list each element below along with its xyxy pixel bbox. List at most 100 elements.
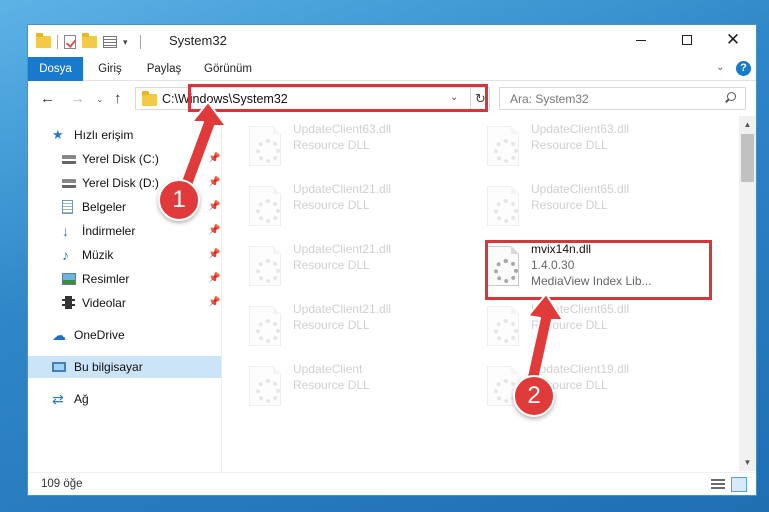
navigation-pane: ★ Hızlı erişim Yerel Disk (C:) 📌 Yerel D… bbox=[28, 116, 222, 471]
nav-item-quick-access[interactable]: ★ Hızlı erişim bbox=[28, 124, 221, 146]
computer-icon bbox=[52, 362, 66, 372]
recent-locations-button[interactable]: ⌄ bbox=[96, 94, 104, 105]
forward-button[interactable]: → bbox=[70, 90, 85, 107]
tiles-view-icon[interactable] bbox=[731, 477, 747, 492]
minimize-button[interactable] bbox=[618, 25, 664, 55]
pin-icon[interactable]: 📌 bbox=[208, 220, 220, 242]
nav-label: OneDrive bbox=[74, 328, 125, 342]
list-properties-icon[interactable] bbox=[103, 36, 117, 48]
nav-label: Videolar bbox=[82, 296, 126, 310]
file-name: UpdateClient63.dll bbox=[293, 122, 392, 136]
dll-file-icon bbox=[487, 306, 519, 346]
back-button[interactable]: ← bbox=[40, 90, 55, 107]
window-title: System32 bbox=[169, 33, 227, 48]
file-name: UpdateClient21.dll bbox=[293, 182, 392, 196]
file-name: UpdateClient63.dll bbox=[531, 122, 630, 136]
pin-icon[interactable]: 📌 bbox=[208, 172, 220, 194]
dll-file-icon bbox=[249, 306, 281, 346]
tab-file[interactable]: Dosya bbox=[28, 57, 83, 81]
pin-icon[interactable]: 📌 bbox=[208, 196, 220, 218]
star-icon: ★ bbox=[52, 127, 64, 142]
nav-label: Ağ bbox=[74, 392, 89, 406]
ribbon-tabs: Dosya Giriş Paylaş Görünüm ⌄ ? bbox=[28, 57, 756, 81]
file-type: Resource DLL bbox=[293, 138, 370, 152]
file-item[interactable]: UpdateClient63.dll Resource DLL bbox=[243, 120, 471, 178]
file-item[interactable]: UpdateClient21.dll Resource DLL bbox=[243, 300, 471, 358]
title-bar: ▾ System32 ✕ bbox=[28, 25, 756, 57]
file-name: UpdateClient19.dll bbox=[531, 362, 630, 376]
file-type: Resource DLL bbox=[293, 378, 370, 392]
file-highlight-box bbox=[485, 240, 712, 300]
tab-view[interactable]: Görünüm bbox=[198, 57, 258, 81]
quick-access-toolbar: ▾ bbox=[36, 33, 141, 51]
nav-label: Hızlı erişim bbox=[74, 128, 134, 142]
nav-label: Yerel Disk (C:) bbox=[82, 152, 159, 166]
pin-icon[interactable]: 📌 bbox=[208, 148, 220, 170]
status-bar: 109 öğe bbox=[28, 472, 756, 495]
dll-file-icon bbox=[249, 366, 281, 406]
expand-ribbon-icon[interactable]: ⌄ bbox=[716, 62, 724, 73]
new-folder-icon[interactable] bbox=[82, 33, 97, 48]
help-icon[interactable]: ? bbox=[736, 61, 751, 76]
videos-icon bbox=[62, 296, 75, 309]
cloud-icon: ☁ bbox=[52, 327, 66, 343]
step-1-badge: 1 bbox=[158, 179, 200, 221]
file-type: Resource DLL bbox=[531, 198, 608, 212]
nav-label: Müzik bbox=[82, 248, 114, 262]
nav-label: Yerel Disk (D:) bbox=[82, 176, 159, 190]
tab-home[interactable]: Giriş bbox=[90, 57, 130, 81]
file-item[interactable]: UpdateClient21.dll Resource DLL bbox=[243, 180, 471, 238]
file-name: UpdateClient bbox=[293, 362, 363, 376]
scroll-thumb[interactable] bbox=[741, 134, 754, 182]
file-item[interactable]: UpdateClient63.dll Resource DLL bbox=[481, 120, 709, 178]
nav-item-network[interactable]: ⇄ Ağ bbox=[28, 388, 221, 410]
search-placeholder: Ara: System32 bbox=[510, 92, 589, 106]
customize-toolbar-arrow-icon[interactable]: ▾ bbox=[123, 37, 128, 48]
pin-icon[interactable]: 📌 bbox=[208, 268, 220, 290]
pin-icon[interactable]: 📌 bbox=[208, 292, 220, 314]
file-name: UpdateClient65.dll bbox=[531, 182, 630, 196]
item-count: 109 öğe bbox=[41, 478, 83, 490]
file-item[interactable]: UpdateClient65.dll Resource DLL bbox=[481, 300, 709, 358]
scroll-down-icon[interactable]: ▼ bbox=[739, 454, 756, 471]
nav-item-videos[interactable]: Videolar 📌 bbox=[28, 292, 221, 314]
downloads-icon: ↓ bbox=[62, 223, 69, 239]
nav-label: İndirmeler bbox=[82, 224, 136, 238]
close-button[interactable]: ✕ bbox=[710, 25, 756, 55]
nav-label: Bu bilgisayar bbox=[74, 360, 143, 374]
nav-item-this-pc[interactable]: Bu bilgisayar bbox=[28, 356, 221, 378]
nav-item-onedrive[interactable]: ☁ OneDrive bbox=[28, 324, 221, 346]
file-item[interactable]: UpdateClient65.dll Resource DLL bbox=[481, 180, 709, 238]
file-type: Resource DLL bbox=[293, 198, 370, 212]
file-item[interactable]: UpdateClient Resource DLL bbox=[243, 360, 471, 418]
file-type: Resource DLL bbox=[531, 138, 608, 152]
disk-icon bbox=[62, 179, 76, 188]
search-input[interactable]: Ara: System32 bbox=[499, 87, 746, 110]
scroll-up-icon[interactable]: ▲ bbox=[739, 116, 756, 133]
search-icon[interactable] bbox=[724, 92, 736, 104]
file-name: UpdateClient21.dll bbox=[293, 302, 392, 316]
nav-item-music[interactable]: ♪ Müzik 📌 bbox=[28, 244, 221, 266]
dll-file-icon bbox=[249, 126, 281, 166]
file-item[interactable]: UpdateClient21.dll Resource DLL bbox=[243, 240, 471, 298]
maximize-button[interactable] bbox=[664, 25, 710, 55]
vertical-scrollbar[interactable]: ▲ ▼ bbox=[739, 116, 756, 471]
network-icon: ⇄ bbox=[52, 391, 64, 407]
nav-item-pictures[interactable]: Resimler 📌 bbox=[28, 268, 221, 290]
file-type: Resource DLL bbox=[293, 318, 370, 332]
file-type: Resource DLL bbox=[293, 258, 370, 272]
dll-file-icon bbox=[249, 186, 281, 226]
step-2-badge: 2 bbox=[513, 375, 555, 417]
pin-icon[interactable]: 📌 bbox=[208, 244, 220, 266]
details-view-icon[interactable] bbox=[711, 479, 725, 491]
nav-item-downloads[interactable]: ↓ İndirmeler 📌 bbox=[28, 220, 221, 242]
dll-file-icon bbox=[249, 246, 281, 286]
address-highlight-box bbox=[188, 84, 488, 112]
properties-check-icon[interactable] bbox=[64, 35, 76, 49]
dll-file-icon bbox=[487, 186, 519, 226]
nav-item-disk-c[interactable]: Yerel Disk (C:) 📌 bbox=[28, 148, 221, 170]
nav-label: Belgeler bbox=[82, 200, 127, 214]
tab-share[interactable]: Paylaş bbox=[140, 57, 188, 81]
up-button[interactable]: ↑ bbox=[114, 90, 122, 107]
music-icon: ♪ bbox=[62, 247, 69, 263]
